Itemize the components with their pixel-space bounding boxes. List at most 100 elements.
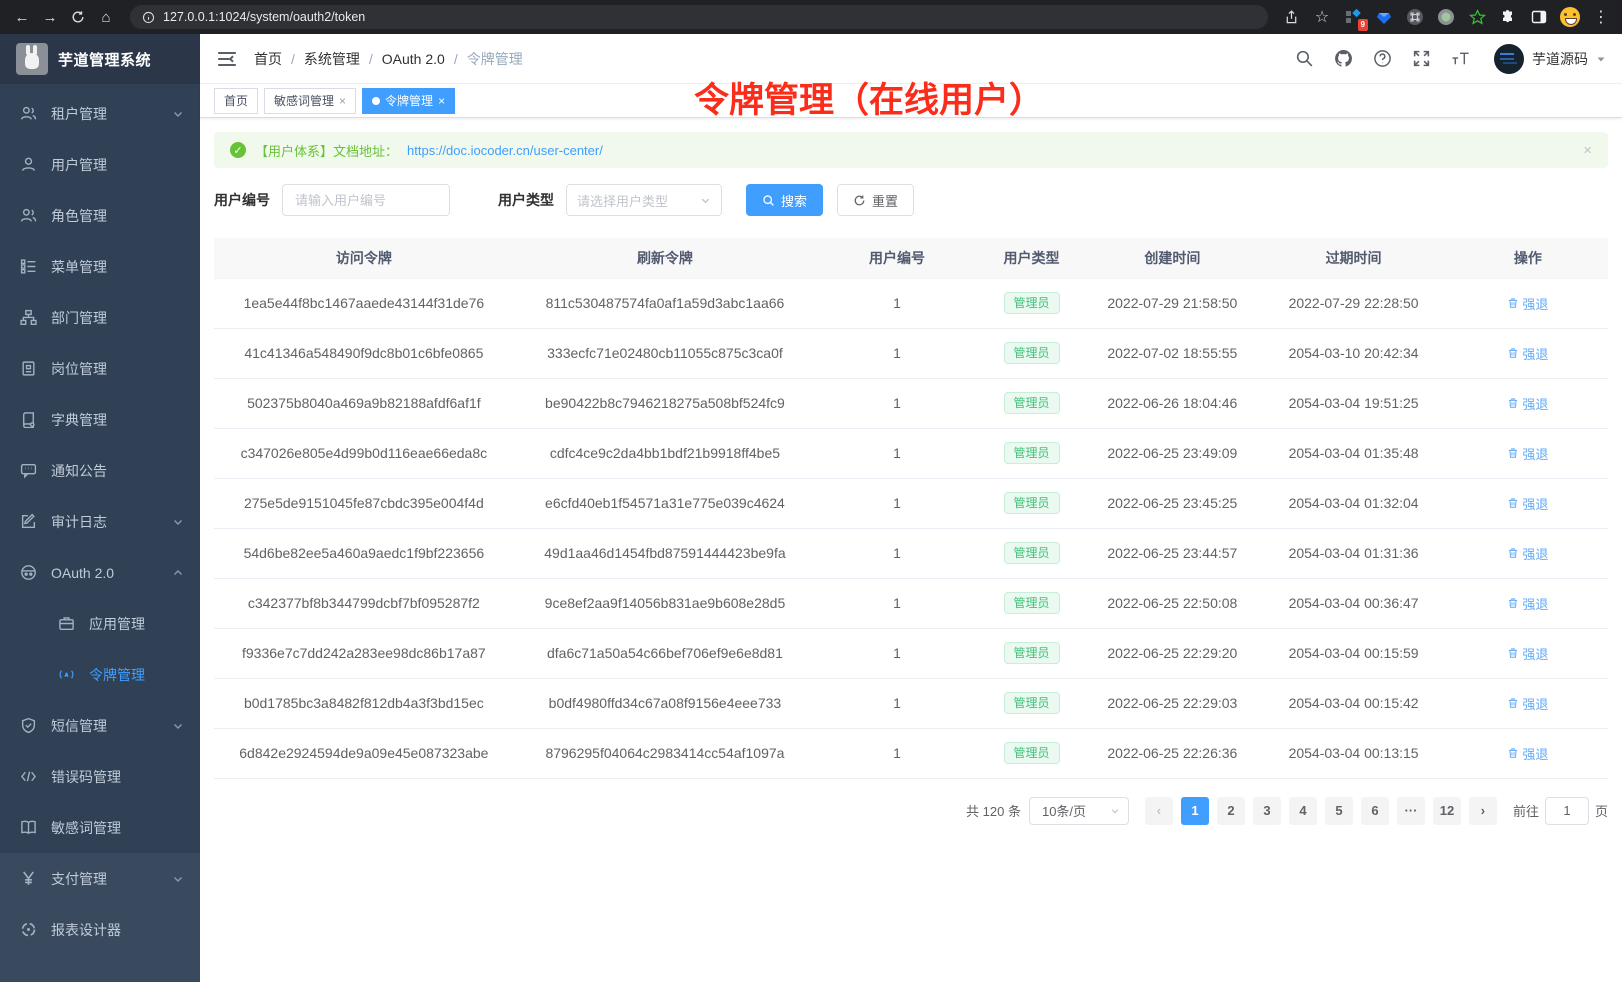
close-icon[interactable]: × xyxy=(438,95,445,107)
force-logout-link[interactable]: 强退 xyxy=(1507,344,1548,363)
search-button[interactable]: 搜索 xyxy=(746,184,823,216)
help-icon[interactable] xyxy=(1373,49,1392,68)
bookmark-star-icon[interactable]: ☆ xyxy=(1311,6,1333,28)
sidebar-item-user[interactable]: 用户管理 xyxy=(0,139,200,190)
profile-avatar[interactable] xyxy=(1559,6,1581,28)
user-id: 1 xyxy=(816,678,978,728)
force-logout-link[interactable]: 强退 xyxy=(1507,744,1548,763)
org-chart-icon xyxy=(20,309,37,326)
breadcrumb-item[interactable]: 系统管理 xyxy=(304,49,360,69)
prev-page-button[interactable]: ‹ xyxy=(1145,797,1173,825)
sidebar-item-oauth[interactable]: OAuth 2.0 xyxy=(0,547,200,598)
sidebar-item-tenant[interactable]: 租户管理 xyxy=(0,88,200,139)
active-dot xyxy=(372,97,380,105)
github-icon[interactable] xyxy=(1334,49,1353,68)
alert-close-icon[interactable]: × xyxy=(1583,142,1592,159)
record-extension-icon[interactable] xyxy=(1435,6,1457,28)
page-button[interactable]: 12 xyxy=(1433,797,1461,825)
share-icon[interactable] xyxy=(1280,6,1302,28)
app-logo-bar[interactable]: 芋道管理系统 xyxy=(0,34,200,84)
page-button[interactable]: 4 xyxy=(1289,797,1317,825)
tab-sensitive-words[interactable]: 敏感词管理 × xyxy=(264,88,356,114)
refresh-token: e6cfd40eb1f54571a31e775e039c4624 xyxy=(514,478,816,528)
sidebar-toggle-icon[interactable] xyxy=(1528,6,1550,28)
forward-icon[interactable]: → xyxy=(38,5,62,29)
sidebar-item-role[interactable]: 角色管理 xyxy=(0,190,200,241)
sidebar-item-dept[interactable]: 部门管理 xyxy=(0,292,200,343)
doc-link[interactable]: https://doc.iocoder.cn/user-center/ xyxy=(407,143,603,158)
menu-tree-icon xyxy=(20,258,37,275)
force-logout-link[interactable]: 强退 xyxy=(1507,294,1548,313)
sidebar-item-audit-log[interactable]: 审计日志 xyxy=(0,496,200,547)
site-info-icon[interactable] xyxy=(142,11,155,24)
page-button[interactable]: 6 xyxy=(1361,797,1389,825)
force-logout-link[interactable]: 强退 xyxy=(1507,594,1548,613)
sidebar-item-oauth-token[interactable]: 令牌管理 xyxy=(0,649,200,700)
back-icon[interactable]: ← xyxy=(10,5,34,29)
force-logout-link[interactable]: 强退 xyxy=(1507,394,1548,413)
browser-menu-icon[interactable]: ⋮ xyxy=(1590,6,1612,28)
sidebar-item-report-designer[interactable]: 报表设计器 xyxy=(0,904,200,955)
created-time: 2022-06-25 22:29:20 xyxy=(1085,628,1259,678)
table-row: c347026e805e4d99b0d116eae66eda8c cdfc4ce… xyxy=(214,428,1608,478)
sidebar-collapse-icon[interactable] xyxy=(216,48,238,70)
gem-extension-icon[interactable] xyxy=(1373,6,1395,28)
sidebar-bottom-section: 支付管理 报表设计器 xyxy=(0,853,200,982)
goto-page-input[interactable] xyxy=(1545,797,1589,825)
font-size-icon[interactable] xyxy=(1451,49,1470,68)
force-logout-link[interactable]: 强退 xyxy=(1507,644,1548,663)
sidebar-item-dict[interactable]: 字典管理 xyxy=(0,394,200,445)
user-type-select[interactable]: 请选择用户类型 xyxy=(566,184,722,216)
extension-blocks-icon[interactable]: 9 xyxy=(1342,6,1364,28)
force-logout-link[interactable]: 强退 xyxy=(1507,694,1548,713)
page-button[interactable]: 5 xyxy=(1325,797,1353,825)
reset-button[interactable]: 重置 xyxy=(837,184,914,216)
force-logout-link[interactable]: 强退 xyxy=(1507,494,1548,513)
more-pages-button[interactable]: ··· xyxy=(1397,797,1425,825)
user-type-label: 用户类型 xyxy=(498,190,554,210)
star-extension-icon[interactable] xyxy=(1466,6,1488,28)
breadcrumb-item[interactable]: 首页 xyxy=(254,49,282,69)
access-token: 54d6be82ee5a460a9aedc1f9bf223656 xyxy=(214,528,514,578)
page-button[interactable]: 1 xyxy=(1181,797,1209,825)
expire-time: 2054-03-04 01:35:48 xyxy=(1259,428,1447,478)
user-type-badge: 管理员 xyxy=(1004,292,1060,314)
sidebar-item-sensitive-words[interactable]: 敏感词管理 xyxy=(0,802,200,853)
sidebar-item-notice[interactable]: 通知公告 xyxy=(0,445,200,496)
user-menu[interactable]: 芋道源码 xyxy=(1494,44,1606,74)
sidebar-item-menu[interactable]: 菜单管理 xyxy=(0,241,200,292)
reload-icon[interactable] xyxy=(66,5,90,29)
tab-token-management[interactable]: 令牌管理 × xyxy=(362,88,455,114)
tab-home[interactable]: 首页 xyxy=(214,88,258,114)
home-icon[interactable]: ⌂ xyxy=(94,5,118,29)
sidebar-item-post[interactable]: 岗位管理 xyxy=(0,343,200,394)
fullscreen-icon[interactable] xyxy=(1412,49,1431,68)
search-icon xyxy=(762,194,775,207)
page-button[interactable]: 2 xyxy=(1217,797,1245,825)
sidebar-item-oauth-app[interactable]: 应用管理 xyxy=(0,598,200,649)
command-extension-icon[interactable] xyxy=(1404,6,1426,28)
sidebar-item-label: 通知公告 xyxy=(51,461,184,481)
created-time: 2022-07-29 21:58:50 xyxy=(1085,278,1259,328)
close-icon[interactable]: × xyxy=(339,95,346,107)
refresh-token: 49d1aa46d1454fbd87591444423be9fa xyxy=(514,528,816,578)
page-size-select[interactable]: 10条/页 xyxy=(1029,797,1129,825)
next-page-button[interactable]: › xyxy=(1469,797,1497,825)
address-bar[interactable]: 127.0.0.1:1024/system/oauth2/token xyxy=(130,5,1268,29)
delete-icon xyxy=(1507,647,1519,659)
force-logout-link[interactable]: 强退 xyxy=(1507,544,1548,563)
user-id: 1 xyxy=(816,528,978,578)
delete-icon xyxy=(1507,597,1519,609)
puzzle-extension-icon[interactable] xyxy=(1497,6,1519,28)
sidebar-item-payment[interactable]: 支付管理 xyxy=(0,853,200,904)
sidebar-item-errcode[interactable]: 错误码管理 xyxy=(0,751,200,802)
force-logout-link[interactable]: 强退 xyxy=(1507,444,1548,463)
expire-time: 2054-03-04 00:13:15 xyxy=(1259,728,1447,778)
total-count: 共 120 条 xyxy=(966,801,1021,820)
sidebar-item-sms[interactable]: 短信管理 xyxy=(0,700,200,751)
breadcrumb-item[interactable]: OAuth 2.0 xyxy=(382,51,445,67)
search-icon[interactable] xyxy=(1295,49,1314,68)
goto-unit: 页 xyxy=(1595,801,1608,820)
page-button[interactable]: 3 xyxy=(1253,797,1281,825)
user-id-input[interactable] xyxy=(282,184,450,216)
